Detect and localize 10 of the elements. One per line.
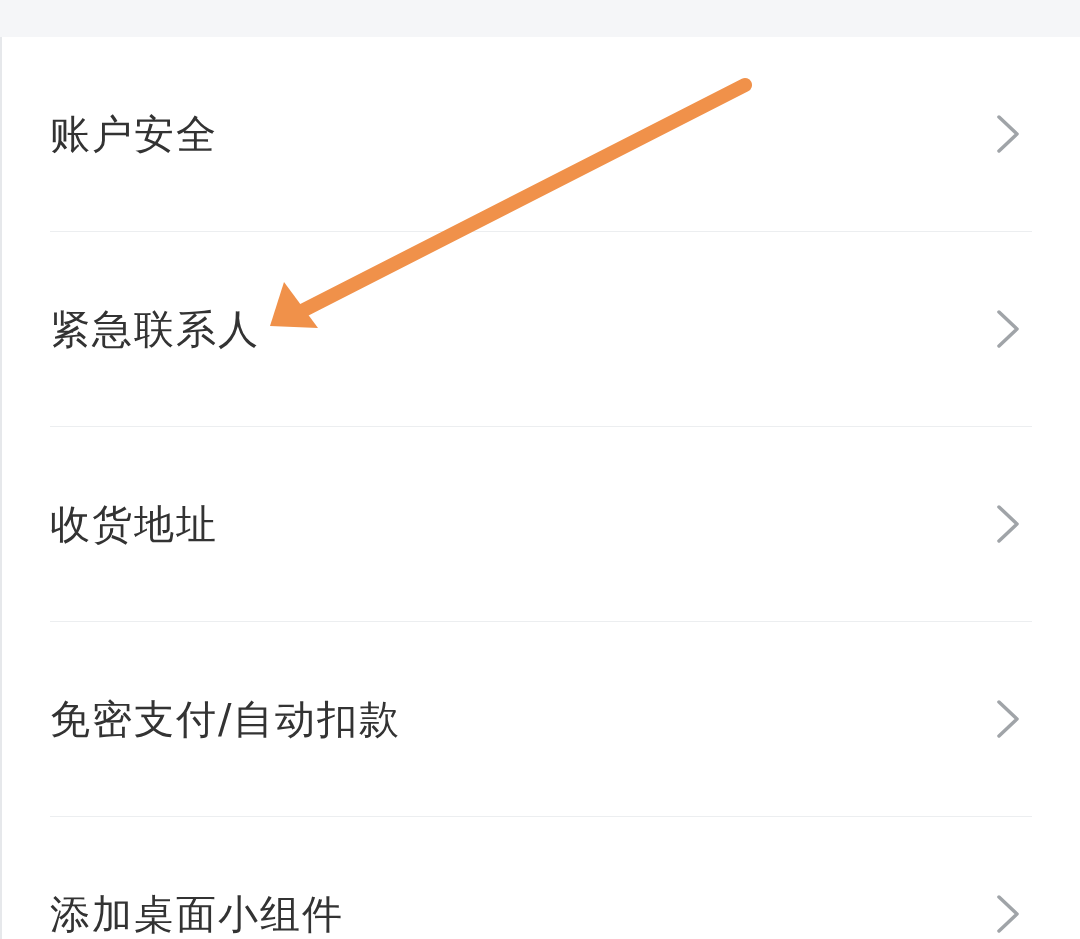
settings-item-label[interactable]: 免密支付/自动扣款	[50, 689, 402, 749]
chevron-right-icon	[996, 114, 1020, 154]
chevron-right-icon	[996, 894, 1020, 934]
settings-item-label[interactable]: 账户安全	[50, 104, 218, 164]
chevron-right-icon	[996, 309, 1020, 349]
chevron-right-icon	[996, 504, 1020, 544]
settings-item-label[interactable]: 收货地址	[50, 494, 218, 554]
chevron-right-icon	[996, 699, 1020, 739]
settings-item-label[interactable]: 添加桌面小组件	[50, 884, 344, 939]
settings-item-label[interactable]: 紧急联系人	[50, 299, 260, 359]
